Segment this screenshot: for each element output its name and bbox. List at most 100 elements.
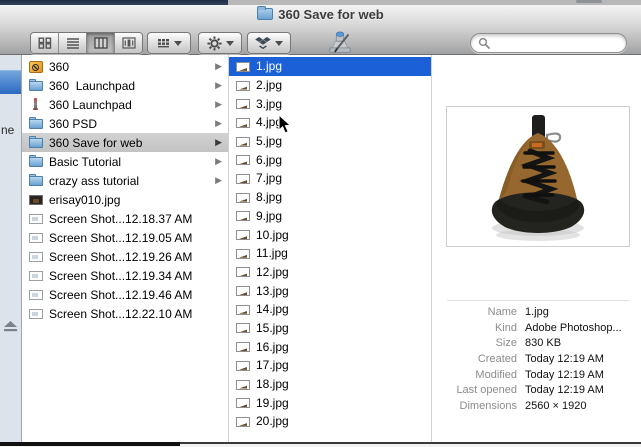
finder-window: 360 Save for web <box>0 0 641 447</box>
metadata-label: Kind <box>432 322 517 334</box>
file-row[interactable]: 6.jpg <box>229 150 431 169</box>
file-row[interactable]: 13.jpg <box>229 281 431 300</box>
column-view-button[interactable] <box>86 33 114 53</box>
file-row[interactable]: 1.jpg <box>229 57 431 76</box>
file-name-label: 360 <box>49 60 69 74</box>
eject-icon[interactable] <box>4 321 17 332</box>
file-row[interactable]: 7.jpg <box>229 169 431 188</box>
metadata-row: Size 830 KB <box>432 335 641 351</box>
file-type-icon <box>29 79 43 92</box>
search-field[interactable] <box>470 33 627 53</box>
file-name-label: 2.jpg <box>256 78 282 92</box>
action-menu-button[interactable] <box>198 32 242 54</box>
jpg-thumbnail-icon <box>236 398 250 408</box>
icon-view-button[interactable] <box>31 33 58 53</box>
folder-row[interactable]: erisay010.jpg ▶ <box>22 190 228 209</box>
metadata-value: 1.jpg <box>525 306 549 318</box>
folder-row[interactable]: Screen Shot...12.19.46 AM ▶ <box>22 285 228 304</box>
dropbox-menu-button[interactable] <box>247 32 291 54</box>
metadata-value: Today 12:19 AM <box>525 384 604 396</box>
finder-sidebar-partial: ne <box>0 55 22 443</box>
browser-content: ne 360 ▶ 360 Launchpad ▶ <box>0 55 641 443</box>
file-row[interactable]: 4.jpg <box>229 113 431 132</box>
file-name-label: 18.jpg <box>256 377 289 391</box>
file-row[interactable]: 16.jpg <box>229 337 431 356</box>
jpg-thumbnail-icon <box>236 174 250 184</box>
jpg-thumbnail-icon <box>236 305 250 315</box>
folder-row[interactable]: 360 Save for web ▶ <box>22 133 228 152</box>
metadata-value: Today 12:19 AM <box>525 369 604 381</box>
file-row[interactable]: 19.jpg <box>229 393 431 412</box>
folder-row[interactable]: 360 PSD ▶ <box>22 114 228 133</box>
file-name-label: Screen Shot...12.19.05 AM <box>49 231 192 245</box>
file-row[interactable]: 9.jpg <box>229 207 431 226</box>
column-folders: 360 ▶ 360 Launchpad ▶ 360 Launchpad ▶ 36… <box>22 55 228 445</box>
metadata-value: Adobe Photoshop... <box>525 322 622 334</box>
chevron-down-icon <box>275 41 283 46</box>
file-name-label: Screen Shot...12.19.46 AM <box>49 288 192 302</box>
jpg-thumbnail-icon <box>236 118 250 128</box>
file-row[interactable]: 5.jpg <box>229 132 431 151</box>
folder-row[interactable]: 360 Launchpad ▶ <box>22 76 228 95</box>
arrange-menu-button[interactable] <box>147 32 191 54</box>
folder-row[interactable]: Screen Shot...12.19.05 AM ▶ <box>22 228 228 247</box>
file-name-label: 15.jpg <box>256 321 289 335</box>
metadata-row: Modified Today 12:19 AM <box>432 367 641 383</box>
file-name-label: Screen Shot...12.19.26 AM <box>49 250 192 264</box>
jpg-thumbnail-icon <box>236 417 250 427</box>
file-type-icon <box>29 155 43 168</box>
jpg-thumbnail-icon <box>236 342 250 352</box>
metadata-label: Created <box>432 353 517 365</box>
file-name-label: erisay010.jpg <box>49 193 120 207</box>
file-row[interactable]: 10.jpg <box>229 225 431 244</box>
folder-row[interactable]: Screen Shot...12.19.34 AM ▶ <box>22 266 228 285</box>
file-name-label: 20.jpg <box>256 414 289 428</box>
file-name-label: 12.jpg <box>256 265 289 279</box>
column-disclosure-arrow: ▶ <box>215 99 222 110</box>
file-row[interactable]: 11.jpg <box>229 244 431 263</box>
file-row[interactable]: 18.jpg <box>229 375 431 394</box>
coverflow-view-button[interactable] <box>114 33 142 53</box>
list-view-icon <box>66 37 80 49</box>
file-row[interactable]: 14.jpg <box>229 300 431 319</box>
folder-row[interactable]: Basic Tutorial ▶ <box>22 152 228 171</box>
file-type-icon <box>29 117 43 130</box>
file-row[interactable]: 20.jpg <box>229 412 431 431</box>
file-row[interactable]: 15.jpg <box>229 319 431 338</box>
sidebar-selected-item-partial[interactable] <box>0 70 21 94</box>
folder-row[interactable]: Screen Shot...12.22.10 AM ▶ <box>22 304 228 323</box>
file-row[interactable]: 17.jpg <box>229 356 431 375</box>
jpg-thumbnail-icon <box>236 155 250 165</box>
jpg-thumbnail-icon <box>236 230 250 240</box>
window-header: 360 Save for web <box>0 5 641 55</box>
file-type-icon <box>29 61 43 73</box>
file-type-icon <box>29 290 43 300</box>
jpg-thumbnail-icon <box>236 193 250 203</box>
file-row[interactable]: 8.jpg <box>229 188 431 207</box>
folder-row[interactable]: crazy ass tutorial ▶ <box>22 171 228 190</box>
title-bar[interactable]: 360 Save for web <box>0 5 641 23</box>
toolbar <box>0 23 641 55</box>
folder-row[interactable]: 360 ▶ <box>22 57 228 76</box>
chevron-down-icon <box>226 41 234 46</box>
file-name-label: 14.jpg <box>256 302 289 316</box>
jpg-thumbnail-icon <box>236 267 250 277</box>
file-row[interactable]: 12.jpg <box>229 263 431 282</box>
column-disclosure-arrow: ▶ <box>215 80 222 91</box>
grid-view-icon <box>38 37 52 49</box>
column-disclosure-arrow: ▶ <box>215 118 222 129</box>
metadata-row: Created Today 12:19 AM <box>432 351 641 367</box>
dropbox-icon <box>255 37 271 50</box>
file-row[interactable]: 2.jpg <box>229 76 431 95</box>
jpg-thumbnail-icon <box>236 81 250 91</box>
folder-row[interactable]: Screen Shot...12.19.26 AM ▶ <box>22 247 228 266</box>
folder-row[interactable]: Screen Shot...12.18.37 AM ▶ <box>22 209 228 228</box>
jpg-thumbnail-icon <box>236 62 250 72</box>
file-type-icon <box>29 309 43 319</box>
jpg-thumbnail-icon <box>236 137 250 147</box>
folder-row[interactable]: 360 Launchpad ▶ <box>22 95 228 114</box>
file-name-label: 10.jpg <box>256 228 289 242</box>
file-row[interactable]: 3.jpg <box>229 94 431 113</box>
metadata-row: Last opened Today 12:19 AM <box>432 382 641 398</box>
list-view-button[interactable] <box>58 33 86 53</box>
